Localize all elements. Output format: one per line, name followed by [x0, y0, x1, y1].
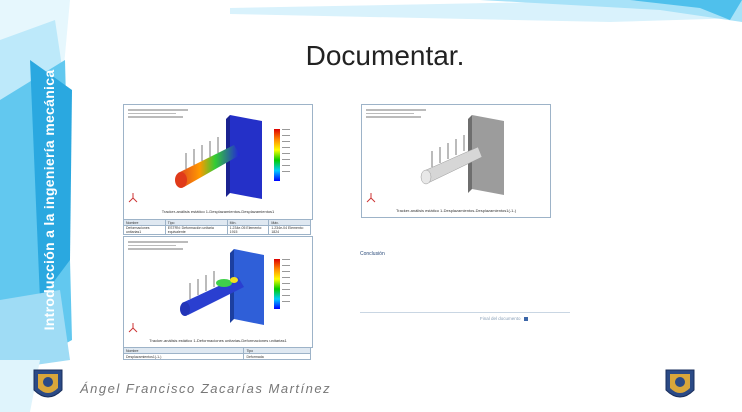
axis-triad-icon — [128, 193, 138, 203]
deformed-model-image — [420, 115, 504, 195]
side-course-title: Introducción a la ingeniería mecánica — [24, 60, 57, 350]
author-name: Ángel Francisco Zacarías Martínez — [80, 381, 332, 396]
figure-caption: Tracker-análisis estático 1-Desplazamien… — [395, 208, 517, 213]
color-legend-bar — [274, 129, 280, 181]
left-decorative-band — [0, 0, 72, 412]
slide-title: Documentar. — [305, 40, 465, 71]
unam-logo-right — [665, 369, 695, 398]
end-note-text: Final del documento — [480, 316, 521, 321]
results-table-displacement: Nombre Tipo Desplazamientos1(-1-) Deform… — [122, 347, 311, 360]
axis-triad-icon — [128, 323, 138, 333]
end-of-document-note: Final del documento — [480, 316, 528, 321]
side-title-text: Introducción a la ingeniería mecánica — [41, 69, 57, 331]
table-cell: Deformada — [243, 353, 311, 360]
table-cell: Desplazamientos1(-1-) — [122, 353, 245, 360]
conclusion-divider — [360, 312, 570, 313]
table-row: Deformaciones unitarias1 ESTRN: Deformac… — [123, 225, 311, 235]
stress-model-image — [175, 115, 262, 199]
axis-triad-icon — [366, 193, 376, 203]
color-legend-ticks — [282, 129, 294, 177]
table-cell: Deformaciones unitarias1 — [123, 225, 166, 235]
doc-page-displacement-plot: Tracker-análisis estático 1-Desplazamien… — [123, 104, 313, 220]
strain-model-image — [180, 249, 264, 325]
table-cell: 1.234e-05 Elemento: 1915 — [226, 225, 270, 235]
unam-logo-left — [33, 369, 63, 398]
table-cell: 1.234e-04 Elemento: 1824 — [268, 225, 311, 235]
end-marker-icon — [523, 316, 528, 321]
results-table-strain: Nombre Tipo Mín. Máx. Deformaciones unit… — [123, 219, 311, 235]
conclusion-heading: Conclusión — [360, 251, 385, 257]
figure-caption: Tracker-análisis estático 1-Deformacione… — [149, 338, 287, 343]
doc-page-deformed-shape: Tracker-análisis estático 1-Desplazamien… — [361, 104, 551, 218]
table-row: Desplazamientos1(-1-) Deformada — [122, 353, 311, 360]
top-decorative-band — [230, 0, 742, 22]
color-legend-bar — [274, 259, 280, 309]
table-cell: ESTRN: Deformación unitaria equivalente — [164, 225, 228, 235]
figure-caption: Tracker-análisis estático 1-Desplazamien… — [161, 209, 275, 214]
doc-page-strain-plot: Tracker-análisis estático 1-Deformacione… — [123, 236, 313, 348]
color-legend-ticks — [282, 259, 294, 307]
